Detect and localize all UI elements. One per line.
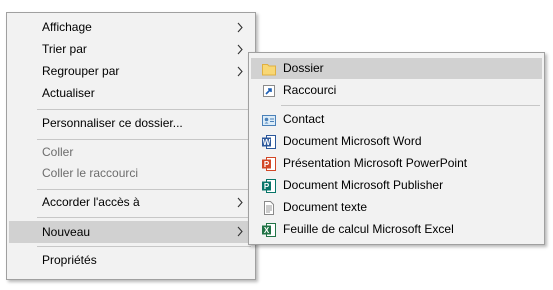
- menu-item-label: Propriétés: [42, 253, 97, 267]
- menu-item-label: Coller: [42, 145, 74, 159]
- chevron-right-icon: [235, 221, 245, 242]
- menu-separator: [281, 105, 540, 106]
- menu-item-affichage[interactable]: Affichage: [9, 17, 253, 38]
- excel-icon: X: [261, 222, 277, 238]
- chevron-right-icon: [235, 39, 245, 60]
- contact-icon: [261, 112, 277, 128]
- folder-icon: [261, 61, 277, 77]
- menu-item-coller: Coller: [9, 142, 253, 163]
- submenu-item-raccourci[interactable]: Raccourci: [251, 80, 542, 101]
- chevron-right-icon: [235, 61, 245, 82]
- menu-separator: [37, 109, 251, 110]
- svg-text:X: X: [264, 226, 270, 235]
- menu-item-actualiser[interactable]: Actualiser: [9, 83, 253, 104]
- chevron-right-icon: [235, 192, 245, 213]
- menu-item-proprietes[interactable]: Propriétés: [9, 250, 253, 271]
- menu-separator: [37, 217, 251, 218]
- menu-item-label: Personnaliser ce dossier...: [42, 116, 183, 130]
- menu-item-trier-par[interactable]: Trier par: [9, 39, 253, 60]
- powerpoint-icon: P: [261, 156, 277, 172]
- publisher-icon: P: [261, 178, 277, 194]
- menu-item-accorder-acces[interactable]: Accorder l'accès à: [9, 192, 253, 213]
- submenu-item-document-texte[interactable]: Document texte: [251, 197, 542, 218]
- menu-item-label: Regrouper par: [42, 64, 120, 78]
- chevron-right-icon: [235, 17, 245, 38]
- menu-item-personnaliser[interactable]: Personnaliser ce dossier...: [9, 113, 253, 134]
- menu-separator: [37, 139, 251, 140]
- menu-item-nouveau[interactable]: Nouveau: [9, 221, 253, 243]
- submenu-item-dossier[interactable]: Dossier: [251, 58, 542, 79]
- menu-separator: [37, 246, 251, 247]
- submenu-item-contact[interactable]: Contact: [251, 109, 542, 130]
- menu-item-coller-raccourci: Coller le raccourci: [9, 163, 253, 184]
- submenu-item-label: Document Microsoft Publisher: [283, 178, 444, 192]
- text-document-icon: [261, 200, 277, 216]
- menu-item-label: Trier par: [42, 42, 87, 56]
- shortcut-icon: [261, 83, 277, 99]
- submenu-item-excel[interactable]: X Feuille de calcul Microsoft Excel: [251, 219, 542, 240]
- submenu-item-label: Document Microsoft Word: [283, 134, 422, 148]
- svg-text:P: P: [264, 160, 270, 169]
- menu-item-regrouper-par[interactable]: Regrouper par: [9, 61, 253, 82]
- menu-item-label: Accorder l'accès à: [42, 195, 140, 209]
- submenu-item-label: Présentation Microsoft PowerPoint: [283, 156, 468, 170]
- submenu-item-label: Feuille de calcul Microsoft Excel: [283, 222, 454, 236]
- submenu-item-label: Dossier: [283, 61, 324, 75]
- menu-item-label: Coller le raccourci: [42, 166, 139, 180]
- menu-item-label: Affichage: [42, 20, 92, 34]
- submenu-item-word[interactable]: W Document Microsoft Word: [251, 131, 542, 152]
- svg-text:W: W: [263, 138, 271, 147]
- context-menu: Affichage Trier par Regrouper par Actual…: [6, 12, 256, 280]
- menu-item-label: Nouveau: [42, 225, 91, 239]
- submenu-item-label: Contact: [283, 112, 325, 126]
- menu-item-label: Actualiser: [42, 86, 95, 100]
- menu-separator: [37, 189, 251, 190]
- svg-text:P: P: [264, 182, 270, 191]
- submenu-item-label: Document texte: [283, 200, 368, 214]
- submenu-item-label: Raccourci: [283, 83, 337, 97]
- word-icon: W: [261, 134, 277, 150]
- submenu-nouveau: Dossier Raccourci Contact W Document Mic…: [248, 52, 545, 245]
- submenu-item-publisher[interactable]: P Document Microsoft Publisher: [251, 175, 542, 196]
- submenu-item-powerpoint[interactable]: P Présentation Microsoft PowerPoint: [251, 153, 542, 174]
